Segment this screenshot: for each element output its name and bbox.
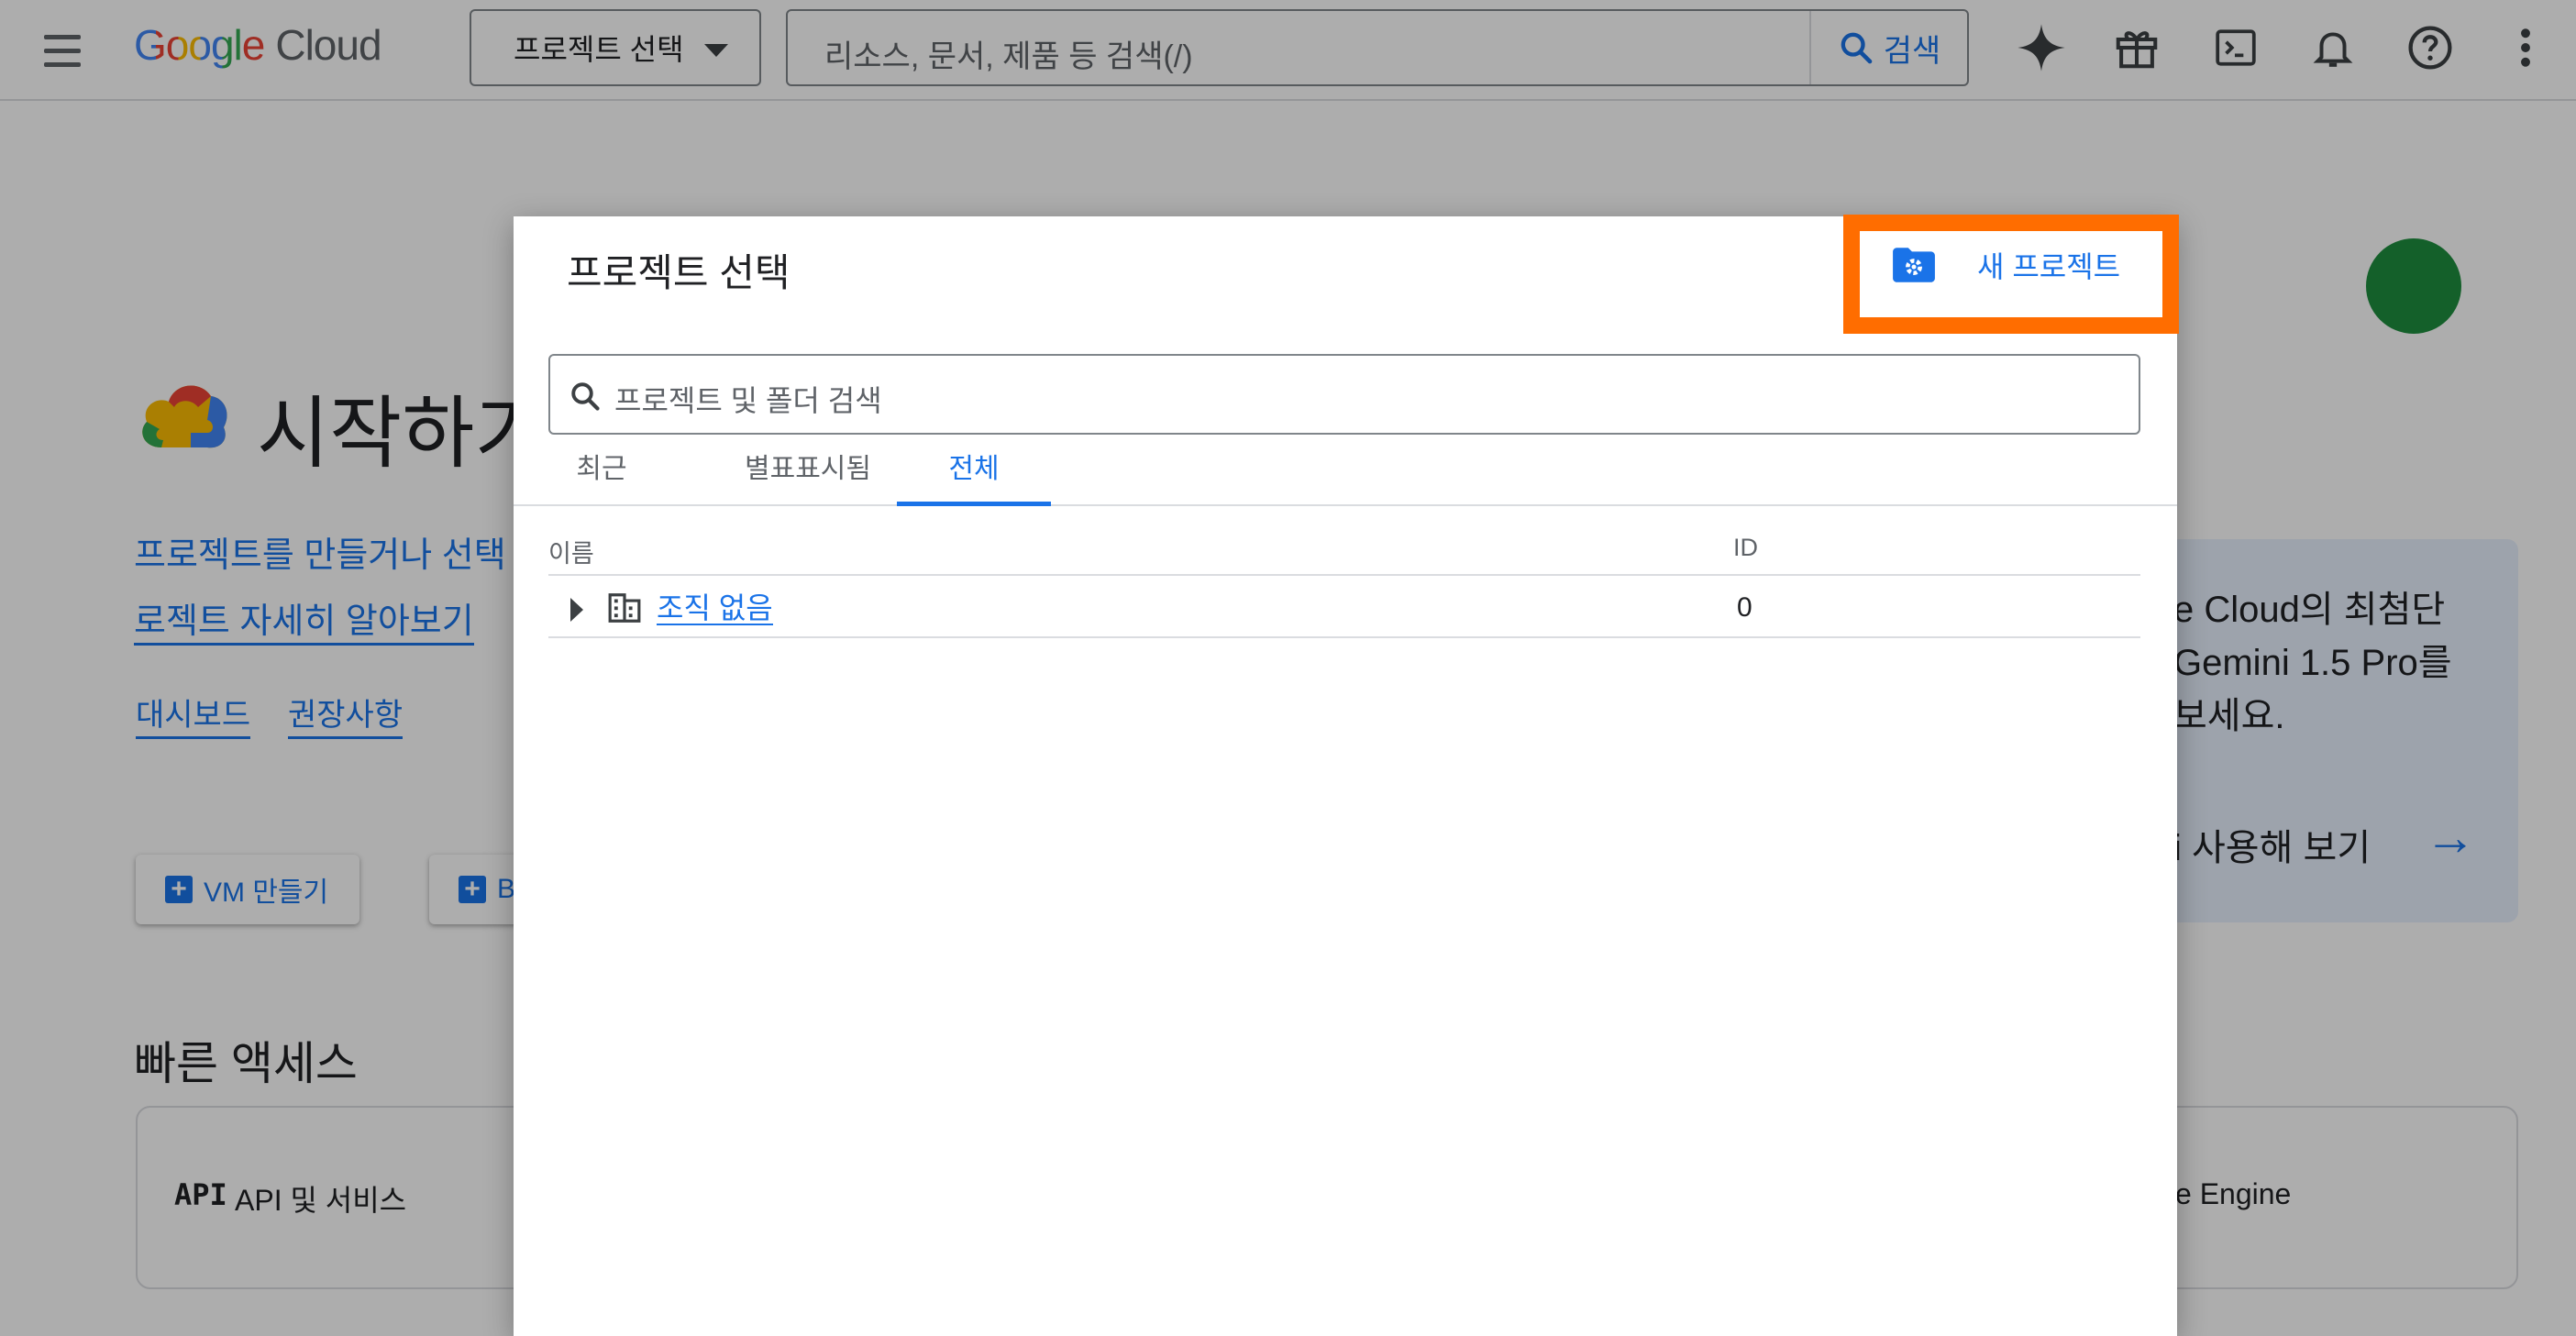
project-search-input[interactable]: 프로젝트 및 폴더 검색	[548, 354, 2140, 435]
tab-starred[interactable]: 별표표시됨	[695, 449, 921, 506]
table-row: 조직 없음 0	[548, 578, 2140, 638]
dialog-tabs: 최근 별표표시됨 전체	[514, 449, 2177, 506]
row-id: 0	[1737, 592, 1752, 623]
tab-recent[interactable]: 최근	[548, 449, 655, 506]
new-project-folder-icon	[1893, 248, 1935, 282]
row-name-link[interactable]: 조직 없음	[657, 592, 773, 625]
expand-arrow-icon[interactable]	[570, 598, 583, 622]
modal-scrim-top	[0, 0, 2576, 101]
select-project-dialog: 프로젝트 선택 새 프로젝트 프로젝트 및 폴더 검색 최근 별표표시됨 전체 …	[514, 215, 2179, 1336]
tab-all[interactable]: 전체	[897, 449, 1051, 506]
column-header-name[interactable]: 이름	[548, 534, 594, 569]
search-icon	[571, 382, 600, 411]
new-project-button[interactable]: 새 프로젝트	[1891, 244, 2120, 286]
table-header: 이름 ID	[548, 519, 2140, 576]
column-header-id[interactable]: ID	[1733, 534, 1758, 562]
dialog-title: 프로젝트 선택	[567, 251, 790, 294]
organization-building-icon	[608, 593, 641, 623]
project-search-placeholder: 프로젝트 및 폴더 검색	[614, 384, 882, 417]
new-project-label: 새 프로젝트	[1977, 250, 2121, 283]
